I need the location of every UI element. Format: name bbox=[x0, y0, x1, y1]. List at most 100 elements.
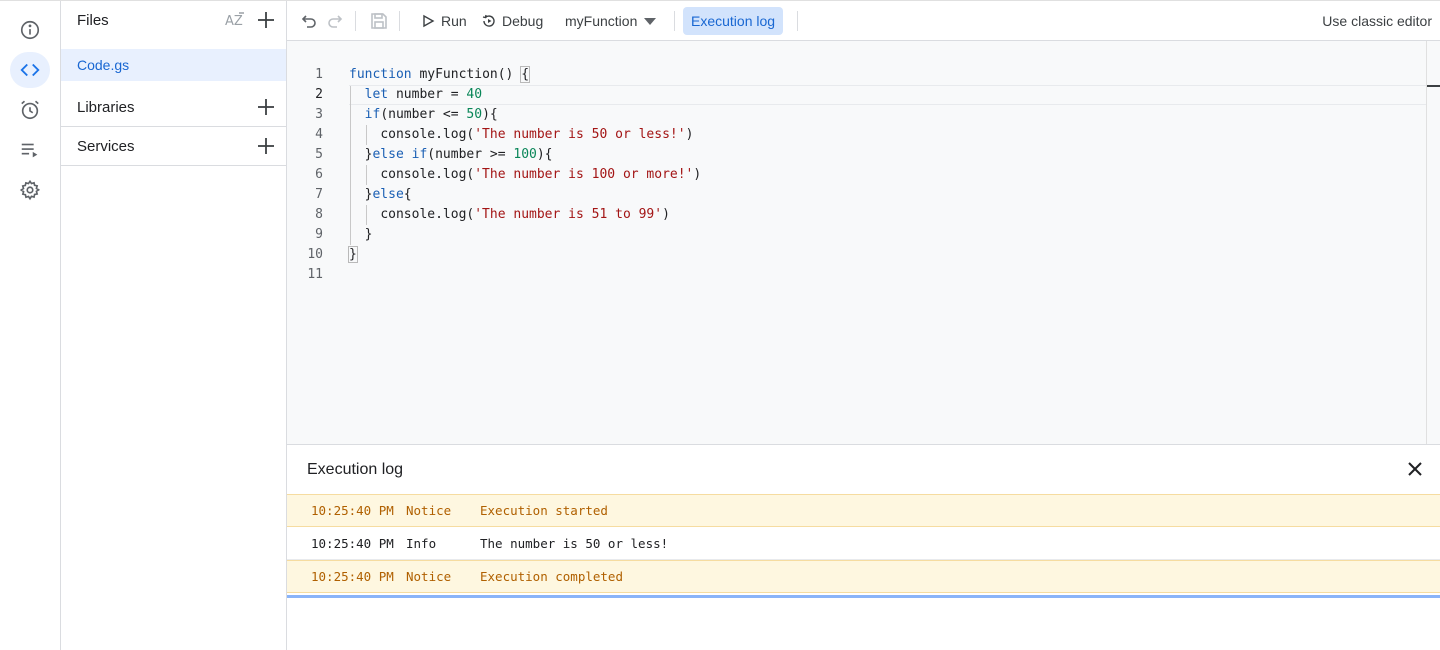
keyword-token: let bbox=[364, 87, 389, 102]
keyword-token: else bbox=[372, 187, 404, 202]
add-service-button[interactable] bbox=[256, 136, 276, 156]
line-number: 11 bbox=[307, 267, 323, 282]
file-name: Code.gs bbox=[77, 57, 130, 73]
string-token: 'The number is 100 or more!' bbox=[474, 167, 694, 182]
triggers-button[interactable] bbox=[10, 92, 50, 128]
indent-guide bbox=[350, 225, 351, 245]
line-number: 5 bbox=[315, 147, 323, 162]
plus-icon bbox=[258, 99, 274, 115]
log-severity: Info bbox=[406, 535, 437, 551]
code-line: console.log('The number is 100 or more!'… bbox=[349, 165, 1426, 185]
toolbar-divider bbox=[399, 11, 400, 31]
log-message: Execution completed bbox=[480, 569, 623, 584]
log-row: 10:25:40 PM Notice Execution completed bbox=[287, 560, 1440, 593]
code-line: console.log('The number is 50 or less!') bbox=[349, 125, 1426, 145]
code-line: } bbox=[349, 225, 1426, 245]
indent-guide bbox=[350, 185, 351, 205]
libraries-label: Libraries bbox=[77, 98, 135, 116]
redo-button[interactable] bbox=[326, 11, 346, 31]
toolbar-divider bbox=[797, 11, 798, 31]
sort-az-button[interactable]: AZ bbox=[224, 10, 246, 30]
vertical-scrollbar[interactable] bbox=[1426, 41, 1440, 444]
executions-button[interactable] bbox=[10, 132, 50, 168]
editor-button[interactable] bbox=[10, 52, 50, 88]
execution-log-header: Execution log bbox=[287, 445, 1440, 494]
gear-icon bbox=[19, 179, 41, 201]
indent-guide bbox=[350, 86, 351, 106]
indent-guide bbox=[366, 205, 367, 225]
code-line: if(number <= 50){ bbox=[349, 105, 1426, 125]
svg-text:AZ: AZ bbox=[225, 14, 243, 29]
code-token: ){ bbox=[536, 147, 553, 162]
debug-label: Debug bbox=[502, 13, 544, 29]
bracket-token: } bbox=[348, 246, 358, 263]
save-icon bbox=[371, 13, 387, 29]
line-number: 4 bbox=[315, 127, 323, 142]
line-number: 7 bbox=[315, 187, 323, 202]
code-line: } bbox=[348, 245, 1426, 265]
cursor-overview-marker bbox=[1427, 85, 1440, 87]
add-file-button[interactable] bbox=[256, 10, 276, 30]
code-line: }else{ bbox=[349, 185, 1426, 205]
string-token: 'The number is 50 or less!' bbox=[474, 127, 686, 142]
execution-log-panel: Execution log 10:25:40 PM Notice Executi… bbox=[287, 444, 1440, 650]
keyword-token: else bbox=[372, 147, 404, 162]
indent-guide bbox=[350, 165, 351, 185]
indent-guide bbox=[350, 145, 351, 165]
log-entries: 10:25:40 PM Notice Execution started 10:… bbox=[287, 494, 1440, 593]
file-item-code-gs[interactable]: Code.gs bbox=[61, 49, 286, 81]
line-number: 3 bbox=[315, 107, 323, 122]
code-token: } bbox=[364, 227, 373, 242]
services-label: Services bbox=[77, 137, 135, 155]
indent-guide bbox=[350, 125, 351, 145]
indent-guide bbox=[350, 205, 351, 225]
files-title: Files bbox=[77, 12, 109, 29]
info-icon bbox=[20, 20, 40, 40]
run-button[interactable]: Run bbox=[415, 7, 473, 35]
code-line-current: let number = 40 bbox=[349, 85, 1426, 106]
code-icon bbox=[20, 63, 40, 77]
toolbar-divider bbox=[674, 11, 675, 31]
close-log-button[interactable] bbox=[1406, 460, 1424, 478]
code-line: }else if(number >= 100){ bbox=[349, 145, 1426, 165]
log-message: The number is 50 or less! bbox=[480, 535, 669, 551]
log-message: Execution started bbox=[480, 503, 608, 518]
plus-icon bbox=[258, 12, 274, 28]
code-token: number = bbox=[388, 87, 467, 102]
classic-editor-label: Use classic editor bbox=[1322, 13, 1432, 29]
code-token: ){ bbox=[482, 107, 498, 122]
keyword-token: function bbox=[349, 67, 412, 82]
settings-button[interactable] bbox=[10, 172, 50, 208]
add-library-button[interactable] bbox=[256, 97, 276, 117]
bracket-token: { bbox=[520, 66, 531, 83]
undo-button[interactable] bbox=[298, 11, 318, 31]
debug-button[interactable]: Debug bbox=[476, 7, 549, 35]
execution-log-toggle[interactable]: Execution log bbox=[683, 7, 784, 35]
save-button[interactable] bbox=[369, 11, 389, 31]
run-label: Run bbox=[441, 13, 467, 29]
string-token: 'The number is 51 to 99' bbox=[474, 207, 663, 222]
classic-editor-link[interactable]: Use classic editor bbox=[1322, 7, 1432, 35]
sort-az-icon: AZ bbox=[225, 12, 244, 29]
code-editor[interactable]: 1 2 3 4 5 6 7 8 9 10 11 function myFunct… bbox=[287, 41, 1440, 444]
overview-button[interactable] bbox=[10, 12, 50, 48]
log-row: 10:25:40 PM Info The number is 50 or les… bbox=[287, 527, 1440, 560]
log-row: 10:25:40 PM Notice Execution started bbox=[287, 494, 1440, 527]
code-token: myFunction() bbox=[411, 67, 522, 82]
code-token: ) bbox=[685, 127, 694, 142]
line-number: 1 bbox=[315, 67, 323, 82]
execution-log-title: Execution log bbox=[307, 460, 404, 478]
function-selector[interactable]: myFunction bbox=[559, 7, 663, 35]
play-icon bbox=[423, 14, 435, 28]
files-panel: Files AZ Code.gs Libraries Services bbox=[61, 1, 287, 650]
line-number: 2 bbox=[315, 87, 323, 102]
code-lines[interactable]: function myFunction() { let number = 40 … bbox=[348, 65, 1426, 285]
code-token: console.log( bbox=[380, 167, 475, 182]
navigation-rail bbox=[0, 1, 61, 650]
line-number: 10 bbox=[307, 247, 323, 262]
alarm-icon bbox=[21, 100, 39, 120]
redo-icon bbox=[328, 15, 343, 28]
debug-icon bbox=[482, 14, 495, 27]
code-line: console.log('The number is 51 to 99') bbox=[349, 205, 1426, 225]
